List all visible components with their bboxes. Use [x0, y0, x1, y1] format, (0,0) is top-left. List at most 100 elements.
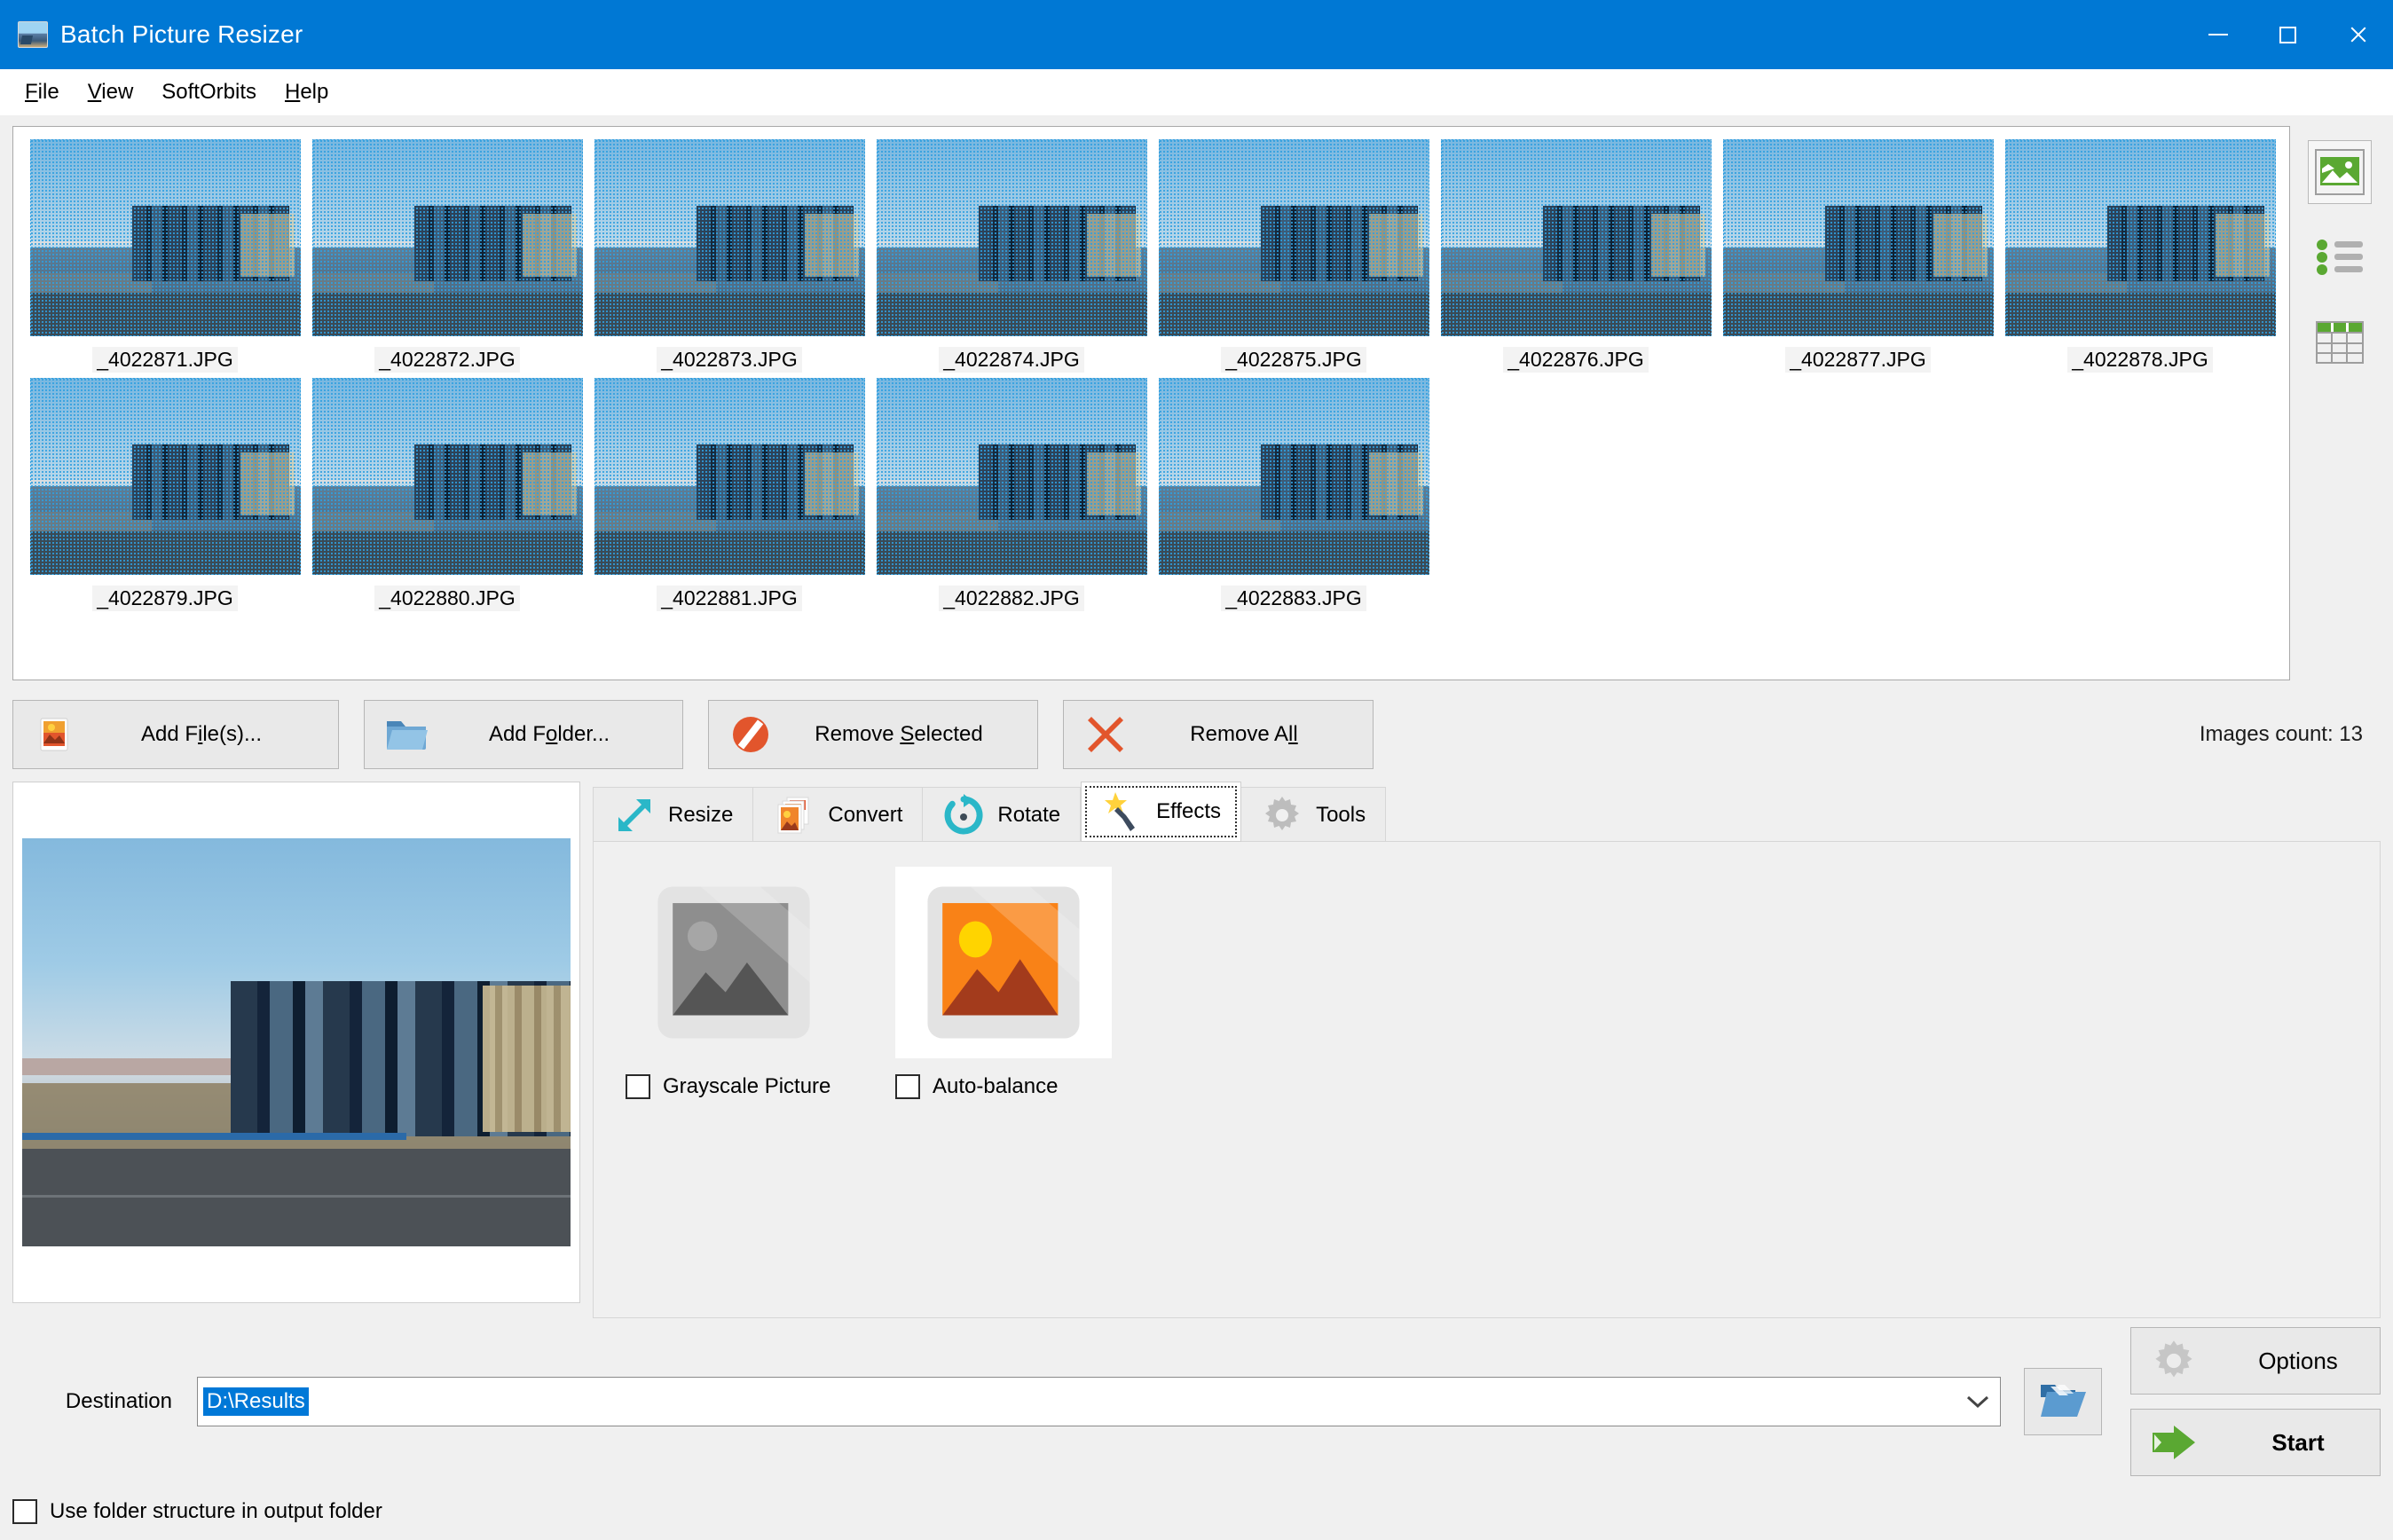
convert-images-icon [777, 797, 809, 833]
table-icon [2316, 321, 2364, 364]
remove-selected-label: Remove Selected [815, 722, 983, 746]
start-button[interactable]: Start [2130, 1409, 2381, 1476]
tab-effects-label: Effects [1156, 799, 1222, 823]
thumbnail-image [311, 378, 583, 575]
destination-combobox[interactable]: D:\Results [197, 1377, 2001, 1426]
app-picture-icon [18, 21, 48, 48]
thumbnail-filename: _4022872.JPG [374, 347, 520, 373]
gear-icon [1265, 796, 1300, 830]
view-mode-thumbnail-button[interactable] [2308, 140, 2372, 204]
remove-all-button[interactable]: Remove All [1063, 700, 1374, 769]
remove-selected-button[interactable]: Remove Selected [708, 700, 1038, 769]
browse-destination-button[interactable] [2024, 1368, 2102, 1435]
thumbnail-image [29, 139, 301, 336]
tab-tools[interactable]: Tools [1241, 787, 1387, 842]
thumbnail-item[interactable]: _4022877.JPG [1717, 139, 1999, 373]
thumbnail-item[interactable]: _4022883.JPG [1153, 378, 1435, 611]
color-preview-icon [927, 886, 1080, 1039]
menu-item-file[interactable]: File [11, 75, 74, 110]
settings-pane: Resize Convert Rotate Effects Tools Gray… [593, 782, 2381, 1318]
tab-convert-label: Convert [828, 802, 903, 827]
green-arrow-icon [2131, 1422, 2216, 1463]
thumbnail-image [29, 378, 301, 575]
thumbnail-item[interactable]: _4022873.JPG [588, 139, 870, 373]
options-button[interactable]: Options [2130, 1327, 2381, 1395]
action-buttons-column: Options Start [2130, 1327, 2381, 1476]
tab-convert[interactable]: Convert [753, 787, 924, 842]
grayscale-label: Grayscale Picture [663, 1074, 831, 1098]
thumbnail-item[interactable]: _4022871.JPG [24, 139, 306, 373]
minimize-button[interactable] [2183, 0, 2253, 69]
thumbnail-row-2: _4022879.JPG _4022880.JPG _4022881.JPG _… [24, 378, 2289, 617]
autobalance-checkbox[interactable] [895, 1074, 920, 1099]
use-folder-structure-checkbox[interactable] [12, 1499, 37, 1524]
picture-icon [2315, 149, 2365, 195]
bottom-region: Destination D:\Results Options Start Use… [0, 1318, 2393, 1540]
close-button[interactable] [2323, 0, 2393, 69]
add-files-label: Add File(s)... [140, 722, 263, 746]
menu-item-softorbits[interactable]: SoftOrbits [147, 75, 271, 110]
thumbnail-item[interactable]: _4022882.JPG [870, 378, 1153, 611]
tab-resize[interactable]: Resize [593, 787, 754, 842]
thumbnail-item[interactable]: _4022874.JPG [870, 139, 1153, 373]
thumbnail-image [1722, 139, 1994, 336]
rotate-icon [944, 793, 983, 834]
add-files-button[interactable]: Add File(s)... [12, 700, 339, 769]
effect-autobalance: Auto-balance [895, 867, 1112, 1099]
use-folder-structure-row[interactable]: Use folder structure in output folder [12, 1499, 2381, 1524]
application-window: Batch Picture Resizer File View SoftOrbi… [0, 0, 2393, 1540]
thumbnail-filename: _4022874.JPG [939, 347, 1084, 373]
thumbnail-filename: _4022879.JPG [92, 585, 238, 611]
view-mode-list-button[interactable] [2308, 225, 2372, 289]
thumbnail-filename: _4022883.JPG [1221, 585, 1366, 611]
menu-item-view[interactable]: View [74, 75, 148, 110]
options-label: Options [2258, 1347, 2338, 1374]
tab-effects[interactable]: Effects [1081, 782, 1242, 842]
add-folder-button[interactable]: Add Folder... [364, 700, 683, 769]
destination-label: Destination [65, 1389, 172, 1413]
effects-options-row: Grayscale Picture Auto-balance [626, 867, 2380, 1099]
thumbnail-item[interactable]: _4022880.JPG [306, 378, 588, 611]
view-mode-details-button[interactable] [2308, 310, 2372, 374]
thumbnail-image [876, 378, 1147, 575]
thumbnail-item[interactable]: _4022876.JPG [1435, 139, 1717, 373]
red-x-icon [1080, 713, 1131, 756]
thumbnail-image [876, 139, 1147, 336]
upper-region: _4022871.JPG _4022872.JPG _4022873.JPG _… [0, 115, 2393, 680]
grayscale-preview-card[interactable] [626, 867, 842, 1058]
minimize-icon [2208, 34, 2228, 35]
grayscale-preview-icon [657, 886, 810, 1039]
thumbnail-item[interactable]: _4022875.JPG [1153, 139, 1435, 373]
thumbnail-filename: _4022878.JPG [2067, 347, 2213, 373]
thumbnail-list-panel[interactable]: _4022871.JPG _4022872.JPG _4022873.JPG _… [12, 126, 2290, 680]
destination-value[interactable]: D:\Results [203, 1387, 309, 1416]
grayscale-checkbox[interactable] [626, 1074, 650, 1099]
settings-tab-bar: Resize Convert Rotate Effects Tools [593, 782, 2381, 842]
autobalance-checkbox-row[interactable]: Auto-balance [895, 1074, 1112, 1099]
remove-all-label: Remove All [1190, 722, 1298, 746]
magic-wand-icon [1105, 792, 1136, 831]
use-folder-structure-label: Use folder structure in output folder [50, 1499, 382, 1523]
chevron-down-icon[interactable] [1959, 1395, 1996, 1409]
thumbnail-item[interactable]: _4022872.JPG [306, 139, 588, 373]
resize-arrow-icon [618, 798, 650, 831]
thumbnail-filename: _4022882.JPG [939, 585, 1084, 611]
add-picture-icon [29, 713, 81, 756]
tab-rotate[interactable]: Rotate [923, 787, 1082, 842]
open-folder-icon [2041, 1385, 2086, 1417]
maximize-button[interactable] [2253, 0, 2323, 69]
middle-region: Resize Convert Rotate Effects Tools Gray… [0, 769, 2393, 1318]
preview-image [22, 838, 571, 1246]
view-mode-bar [2299, 126, 2381, 680]
menu-item-help[interactable]: Help [271, 75, 342, 110]
tab-resize-label: Resize [668, 802, 734, 827]
autobalance-preview-card[interactable] [895, 867, 1112, 1058]
thumbnail-image [1158, 378, 1429, 575]
grayscale-checkbox-row[interactable]: Grayscale Picture [626, 1074, 842, 1099]
thumbnail-item[interactable]: _4022879.JPG [24, 378, 306, 611]
tab-rotate-label: Rotate [997, 802, 1061, 827]
thumbnail-item[interactable]: _4022881.JPG [588, 378, 870, 611]
thumbnail-image [594, 139, 865, 336]
thumbnail-item[interactable]: _4022878.JPG [1999, 139, 2281, 373]
start-label: Start [2271, 1428, 2325, 1456]
